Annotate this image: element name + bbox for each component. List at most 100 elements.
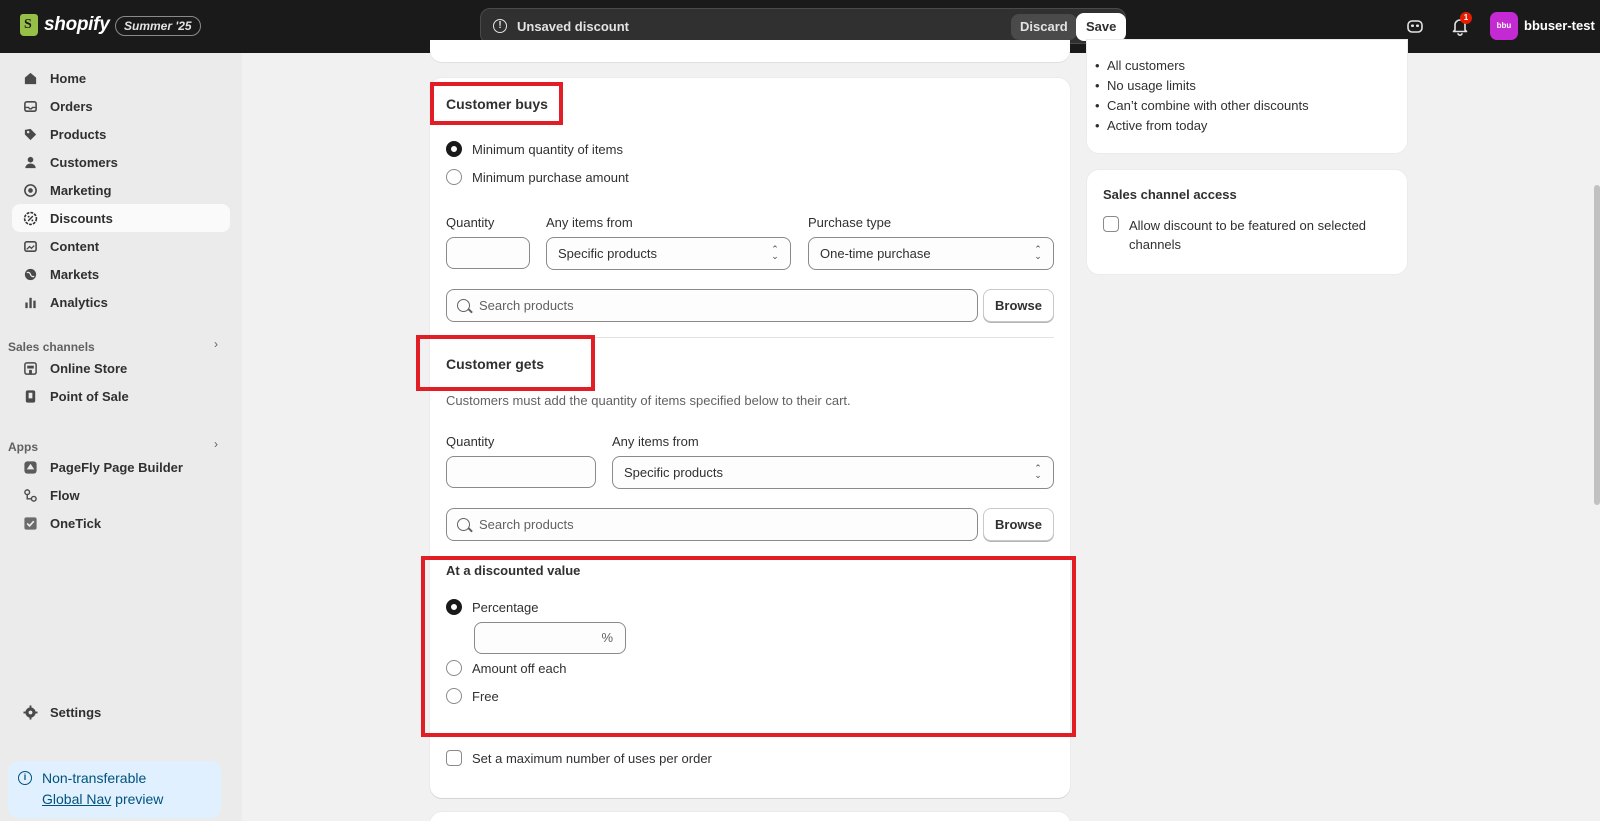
checkbox-label-line2: channels	[1129, 237, 1182, 252]
summary-bullet: No usage limits	[1095, 78, 1196, 93]
sidebar-item-home[interactable]: Home	[12, 64, 230, 92]
checkbox-label-line1: Allow discount to be featured on selecte…	[1129, 218, 1367, 233]
percentage-input[interactable]: %	[474, 622, 626, 654]
radio-label: Minimum purchase amount	[472, 169, 629, 185]
chevron-right-icon[interactable]: ›	[214, 437, 218, 451]
sidebar-item-content[interactable]: Content	[12, 232, 230, 260]
sidebar-item-markets[interactable]: Markets	[12, 260, 230, 288]
chart-icon	[22, 294, 38, 310]
sidebar-item-analytics[interactable]: Analytics	[12, 288, 230, 316]
select-value: Specific products	[558, 246, 657, 261]
radio-button[interactable]	[446, 141, 462, 157]
unsaved-text: Unsaved discount	[517, 19, 629, 34]
inbox-icon	[22, 98, 38, 114]
sidebar-item-products[interactable]: Products	[12, 120, 230, 148]
unsaved-changes-bar: ! Unsaved discount Discard Save	[480, 8, 1127, 44]
sidebar-item-label: Point of Sale	[50, 388, 129, 404]
sales-channels-title[interactable]: Sales channels	[8, 340, 95, 354]
sidebar-item-online-store[interactable]: Online Store	[12, 354, 230, 382]
sidebar-item-label: Markets	[50, 266, 100, 282]
sidebar-item-point-of-sale[interactable]: Point of Sale	[12, 382, 230, 410]
radio-amount-off[interactable]: Amount off each	[446, 660, 566, 676]
person-icon	[22, 154, 38, 170]
shopify-logo[interactable]: shopify	[20, 14, 110, 36]
global-nav-link[interactable]: Global Nav	[42, 791, 111, 807]
radio-button[interactable]	[446, 660, 462, 676]
sidebar-item-label: Analytics	[50, 294, 108, 310]
pos-icon	[22, 388, 38, 404]
sidebar-item-discounts[interactable]: Discounts	[12, 204, 230, 232]
username[interactable]: bbuser-test	[1524, 18, 1595, 33]
buys-browse-button[interactable]: Browse	[983, 289, 1054, 322]
sidebar-item-settings[interactable]: Settings	[12, 698, 230, 726]
sidebar: Home Orders Products Customers Marketing Disc…	[0, 53, 242, 821]
notice-line2: Global Nav preview	[42, 791, 163, 807]
radio-label: Minimum quantity of items	[472, 141, 623, 157]
sidebar-item-orders[interactable]: Orders	[12, 92, 230, 120]
summary-bullet: All customers	[1095, 58, 1185, 73]
brand-name: shopify	[44, 14, 110, 35]
buys-quantity-input[interactable]	[446, 237, 530, 269]
globe-icon	[22, 266, 38, 282]
sidekick-icon[interactable]	[1405, 16, 1425, 36]
tag-icon	[22, 126, 38, 142]
avatar[interactable]: bbu	[1490, 12, 1518, 40]
flow-icon	[22, 487, 38, 503]
max-uses-checkbox-row[interactable]: Set a maximum number of uses per order	[446, 750, 712, 766]
radio-button[interactable]	[446, 599, 462, 615]
onetick-icon	[22, 515, 38, 531]
scrollbar-thumb[interactable]	[1594, 185, 1600, 505]
sidebar-item-pagefly-page-builder[interactable]: PageFly Page Builder	[12, 453, 230, 481]
radio-percentage[interactable]: Percentage	[446, 599, 539, 615]
sales-channel-checkbox-row[interactable]: Allow discount to be featured on selecte…	[1103, 216, 1366, 254]
sidebar-item-label: Orders	[50, 98, 93, 114]
select-chevron-icon: ⌃ ⌄	[771, 244, 779, 261]
chevron-right-icon[interactable]: ›	[214, 337, 218, 351]
sidebar-item-label: Content	[50, 238, 100, 254]
search-icon	[457, 299, 470, 312]
gets-search-input[interactable]: Search products	[446, 508, 978, 541]
gets-browse-button[interactable]: Browse	[983, 508, 1054, 541]
select-value: Specific products	[624, 465, 723, 480]
sidebar-item-customers[interactable]: Customers	[12, 148, 230, 176]
quantity-label: Quantity	[446, 215, 495, 230]
image-icon	[22, 238, 38, 254]
edition-badge[interactable]: Summer '25	[115, 16, 201, 36]
purchase-type-select[interactable]: One-time purchase ⌃ ⌄	[808, 237, 1054, 270]
apps-title[interactable]: Apps	[8, 440, 38, 454]
radio-min-amount[interactable]: Minimum purchase amount	[446, 169, 629, 185]
radio-button[interactable]	[446, 688, 462, 704]
radio-min-quantity[interactable]: Minimum quantity of items	[446, 141, 623, 157]
sales-channel-access-title: Sales channel access	[1103, 187, 1237, 202]
sales-channel-checkbox[interactable]	[1103, 216, 1119, 232]
sidebar-item-label: Home	[50, 70, 87, 86]
sidebar-item-label: Discounts	[50, 210, 113, 226]
sidebar-item-label: Marketing	[50, 182, 112, 198]
percent-suffix: %	[601, 630, 613, 645]
buys-search-input[interactable]: Search products	[446, 289, 978, 322]
buys-items-from-select[interactable]: Specific products ⌃ ⌄	[546, 237, 791, 270]
save-button[interactable]: Save	[1076, 13, 1127, 41]
sidebar-item-marketing[interactable]: Marketing	[12, 176, 230, 204]
customer-gets-title: Customer gets	[446, 356, 545, 372]
gets-items-from-select[interactable]: Specific products ⌃ ⌄	[612, 456, 1054, 489]
gets-quantity-input[interactable]	[446, 456, 596, 488]
shopify-bag-icon	[20, 14, 38, 36]
sidebar-item-label: Online Store	[50, 360, 128, 376]
sidebar-item-onetick[interactable]: OneTick	[12, 509, 230, 537]
radio-free[interactable]: Free	[446, 688, 499, 704]
items-from-label: Any items from	[612, 434, 699, 449]
notification-badge: 1	[1460, 12, 1472, 24]
radio-button[interactable]	[446, 169, 462, 185]
search-icon	[457, 518, 470, 531]
discard-button[interactable]: Discard	[1011, 14, 1077, 40]
max-uses-checkbox[interactable]	[446, 750, 462, 766]
sidebar-item-label: Products	[50, 126, 107, 142]
checkbox-label: Set a maximum number of uses per order	[472, 750, 712, 766]
sidebar-item-flow[interactable]: Flow	[12, 481, 230, 509]
info-icon: i	[18, 771, 32, 785]
summary-card	[1087, 40, 1407, 153]
radio-label: Free	[472, 688, 499, 704]
sidebar-item-label: OneTick	[50, 515, 102, 531]
target-icon	[22, 182, 38, 198]
